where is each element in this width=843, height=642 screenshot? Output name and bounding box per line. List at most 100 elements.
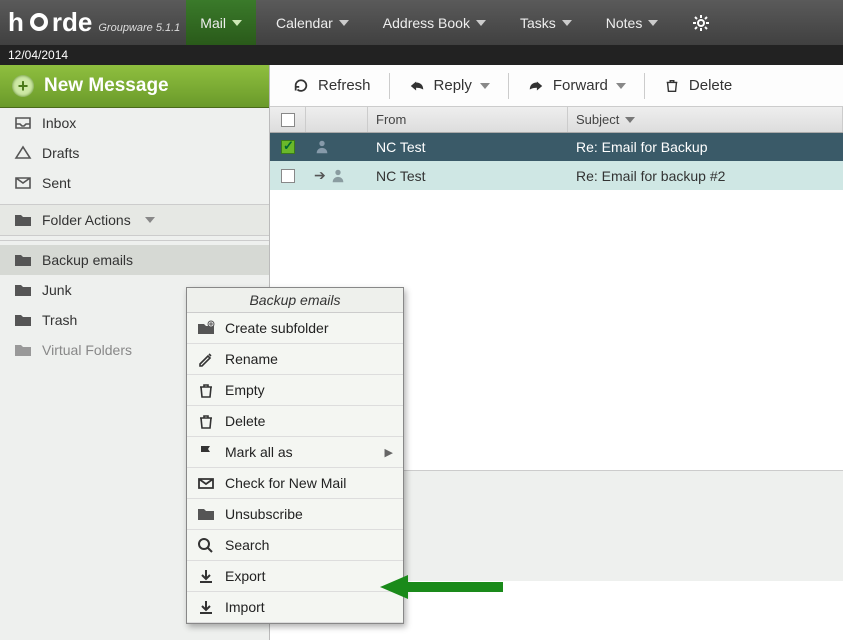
person-icon <box>330 168 346 184</box>
checkbox-icon <box>281 113 295 127</box>
ctx-delete-label: Delete <box>225 413 265 429</box>
sidebar-inbox[interactable]: Inbox <box>0 108 269 138</box>
folder-icon <box>14 252 32 268</box>
sidebar-virtual-folders-label: Virtual Folders <box>42 342 132 358</box>
nav-settings[interactable] <box>678 0 724 45</box>
col-subject[interactable]: Subject <box>568 107 843 132</box>
separator <box>508 73 509 99</box>
sidebar-drafts[interactable]: Drafts <box>0 138 269 168</box>
delete-button[interactable]: Delete <box>649 71 746 100</box>
ctx-export[interactable]: Export <box>187 561 403 592</box>
col-from[interactable]: From <box>368 107 568 132</box>
nav-address-book[interactable]: Address Book <box>369 0 500 45</box>
ctx-search[interactable]: Search <box>187 530 403 561</box>
ctx-unsubscribe-label: Unsubscribe <box>225 506 303 522</box>
chevron-down-icon <box>232 20 242 26</box>
chevron-down-icon <box>480 83 490 89</box>
ctx-create-subfolder-label: Create subfolder <box>225 320 329 336</box>
arrow-head-icon <box>380 575 408 599</box>
ctx-mark-all-as[interactable]: Mark all as ▶ <box>187 437 403 468</box>
refresh-icon <box>292 78 310 94</box>
folder-icon <box>14 342 32 358</box>
col-checkbox[interactable] <box>270 107 306 132</box>
toolbar: Refresh Reply Forward Delete <box>270 65 843 107</box>
sidebar-folder-actions[interactable]: Folder Actions <box>0 204 269 236</box>
delete-label: Delete <box>689 77 732 94</box>
annotation-arrow <box>380 575 503 599</box>
nav-notes[interactable]: Notes <box>592 0 673 45</box>
plus-icon: + <box>12 75 34 97</box>
context-menu-title: Backup emails <box>187 288 403 313</box>
col-icons <box>306 107 368 132</box>
new-message-label: New Message <box>44 75 169 97</box>
nav-mail[interactable]: Mail <box>186 0 256 45</box>
ctx-import[interactable]: Import <box>187 592 403 623</box>
download-icon <box>197 568 215 584</box>
sidebar-trash-label: Trash <box>42 312 77 328</box>
search-icon <box>197 537 215 553</box>
ctx-rename-label: Rename <box>225 351 278 367</box>
mail-row[interactable]: NC Test Re: Email for Backup <box>270 133 843 161</box>
ctx-search-label: Search <box>225 537 269 553</box>
ctx-unsubscribe[interactable]: Unsubscribe <box>187 499 403 530</box>
checkbox-icon[interactable] <box>281 169 295 183</box>
sort-desc-icon <box>625 117 635 123</box>
date-bar: 12/04/2014 <box>0 45 843 65</box>
folder-icon <box>197 506 215 522</box>
sidebar-folder-actions-label: Folder Actions <box>42 212 131 228</box>
mail-icon <box>197 475 215 491</box>
nav-notes-label: Notes <box>606 15 643 31</box>
ctx-delete[interactable]: Delete <box>187 406 403 437</box>
folder-icon <box>14 212 32 228</box>
brand-subtitle: Groupware 5.1.1 <box>98 22 180 34</box>
trash-icon <box>197 382 215 398</box>
trash-icon <box>197 413 215 429</box>
new-message-button[interactable]: + New Message <box>0 65 269 108</box>
chevron-down-icon <box>616 83 626 89</box>
refresh-label: Refresh <box>318 77 371 94</box>
inbox-icon <box>14 115 32 131</box>
forward-button[interactable]: Forward <box>513 71 640 100</box>
submenu-arrow-icon: ▶ <box>385 446 393 459</box>
sidebar-junk-label: Junk <box>42 282 72 298</box>
ctx-empty[interactable]: Empty <box>187 375 403 406</box>
row-from: NC Test <box>376 139 426 155</box>
nav-tasks[interactable]: Tasks <box>506 0 586 45</box>
trash-icon <box>663 78 681 94</box>
nav-calendar[interactable]: Calendar <box>262 0 363 45</box>
top-nav: hrde Groupware 5.1.1 Mail Calendar Addre… <box>0 0 843 45</box>
drafts-icon <box>14 145 32 161</box>
ctx-rename[interactable]: Rename <box>187 344 403 375</box>
ctx-create-subfolder[interactable]: Create subfolder <box>187 313 403 344</box>
ctx-import-label: Import <box>225 599 265 615</box>
mail-row[interactable]: ➔ NC Test Re: Email for backup #2 <box>270 161 843 190</box>
brand-logo: hrde Groupware 5.1.1 <box>8 7 180 38</box>
forwarded-icon: ➔ <box>314 167 326 184</box>
row-from: NC Test <box>376 168 426 184</box>
refresh-button[interactable]: Refresh <box>278 71 385 100</box>
folder-icon <box>14 312 32 328</box>
ctx-check-new-mail[interactable]: Check for New Mail <box>187 468 403 499</box>
col-from-label: From <box>376 112 406 127</box>
sidebar-sent-label: Sent <box>42 175 71 191</box>
sidebar-backup-emails[interactable]: Backup emails <box>0 245 269 275</box>
checkbox-checked-icon[interactable] <box>281 140 295 154</box>
chevron-down-icon <box>562 20 572 26</box>
sidebar-sent[interactable]: Sent <box>0 168 269 198</box>
ctx-check-new-mail-label: Check for New Mail <box>225 475 346 491</box>
forward-label: Forward <box>553 77 608 94</box>
ctx-mark-all-as-label: Mark all as <box>225 444 293 460</box>
row-subject: Re: Email for backup #2 <box>576 168 725 184</box>
person-icon <box>314 139 330 155</box>
chevron-down-icon <box>648 20 658 26</box>
pencil-icon <box>197 351 215 367</box>
logo-o-icon <box>30 13 48 31</box>
separator <box>389 73 390 99</box>
col-subject-label: Subject <box>576 112 619 127</box>
folder-icon <box>14 282 32 298</box>
reply-button[interactable]: Reply <box>394 71 504 100</box>
forward-icon <box>527 78 545 94</box>
sent-icon <box>14 175 32 191</box>
context-menu: Backup emails Create subfolder Rename Em… <box>186 287 404 624</box>
chevron-down-icon <box>145 217 155 223</box>
